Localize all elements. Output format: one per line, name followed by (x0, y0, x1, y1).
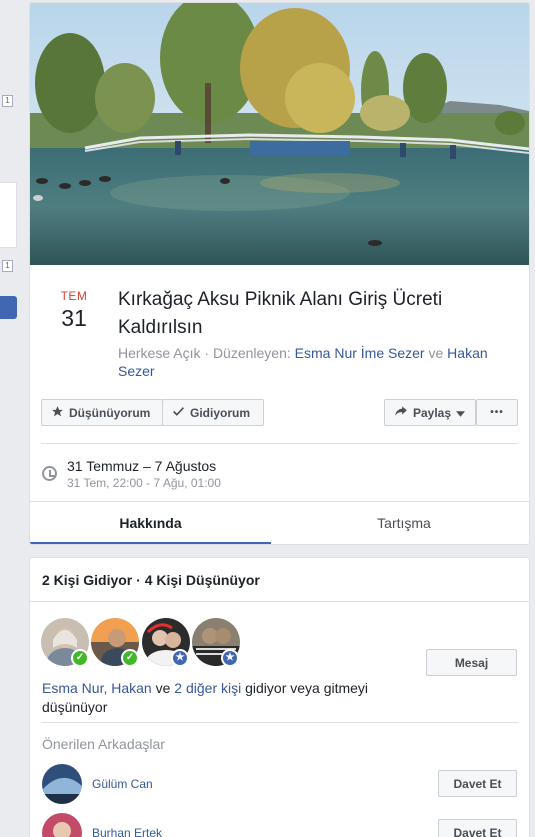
meta-separator: · (200, 345, 213, 361)
interested-badge-icon: ★ (171, 649, 189, 667)
guests-summary: Esma Nur, Hakan ve 2 diğer kişi gidiyor … (42, 679, 382, 717)
guest-names-link[interactable]: Esma Nur, Hakan (42, 680, 152, 696)
organizer-link-1[interactable]: Esma Nur İme Sezer (295, 345, 425, 361)
count-badge: 1 (2, 95, 13, 107)
event-card: TEM 31 Kırkağaç Aksu Piknik Alanı Giriş … (29, 2, 530, 545)
left-blue-button-fragment[interactable] (0, 296, 17, 319)
event-tabs: Hakkında Tartışma (30, 501, 529, 544)
event-time-detail: 31 Tem, 22:00 - 7 Ağu, 01:00 (67, 476, 221, 490)
share-label: Paylaş (413, 405, 452, 420)
tab-discussion[interactable]: Tartışma (279, 502, 529, 544)
suggested-friend-name[interactable]: Burhan Ertek (92, 826, 162, 837)
guests-card: 2 Kişi Gidiyor · 4 Kişi Düşünüyor ✓ ✓ ★ … (29, 557, 530, 837)
going-label: Gidiyorum (190, 405, 251, 420)
others-link[interactable]: 2 diğer kişi (174, 680, 241, 696)
avatar[interactable] (42, 764, 82, 804)
event-month: TEM (60, 289, 88, 303)
suggested-friends-header: Önerilen Arkadaşlar (42, 736, 165, 752)
invite-button[interactable]: Davet Et (438, 770, 517, 797)
share-arrow-icon (394, 405, 408, 420)
count-badge: 1 (2, 260, 13, 272)
tab-about[interactable]: Hakkında (30, 502, 271, 544)
guests-header[interactable]: 2 Kişi Gidiyor · 4 Kişi Düşünüyor (42, 572, 260, 588)
meta-and: ve (424, 345, 448, 361)
going-button[interactable]: Gidiyorum (162, 399, 264, 426)
avatar[interactable] (42, 813, 82, 837)
divider (30, 601, 529, 602)
star-icon (51, 405, 64, 421)
invite-button[interactable]: Davet Et (438, 819, 517, 837)
chevron-down-icon (456, 406, 466, 420)
event-meta: Herkese Açık · Düzenleyen: Esma Nur İme … (118, 344, 508, 380)
privacy-label: Herkese Açık (118, 345, 201, 361)
event-day: 31 (61, 305, 87, 331)
organizer-label: Düzenleyen: (212, 345, 295, 361)
guests-and: ve (151, 680, 175, 696)
clock-icon (42, 466, 57, 481)
event-cover-photo[interactable] (30, 3, 529, 265)
event-title: Kırkağaç Aksu Piknik Alanı Giriş Ücreti … (118, 289, 443, 338)
left-column-fragment (0, 0, 18, 837)
share-button[interactable]: Paylaş (384, 399, 476, 426)
going-badge-icon: ✓ (71, 649, 89, 667)
event-time[interactable]: 31 Temmuz – 7 Ağustos (67, 458, 216, 474)
event-date: TEM 31 (44, 289, 104, 332)
suggested-friend-name[interactable]: Gülüm Can (92, 777, 153, 791)
more-options-button[interactable]: ••• (476, 399, 518, 426)
interested-badge-icon: ★ (221, 649, 239, 667)
interested-label: Düşünüyorum (69, 405, 151, 420)
divider (41, 722, 518, 723)
going-badge-icon: ✓ (121, 649, 139, 667)
interested-button[interactable]: Düşünüyorum (41, 399, 163, 426)
message-button[interactable]: Mesaj (426, 649, 517, 676)
divider (41, 443, 518, 444)
checkmark-icon (172, 405, 185, 421)
left-card-fragment (0, 182, 17, 248)
